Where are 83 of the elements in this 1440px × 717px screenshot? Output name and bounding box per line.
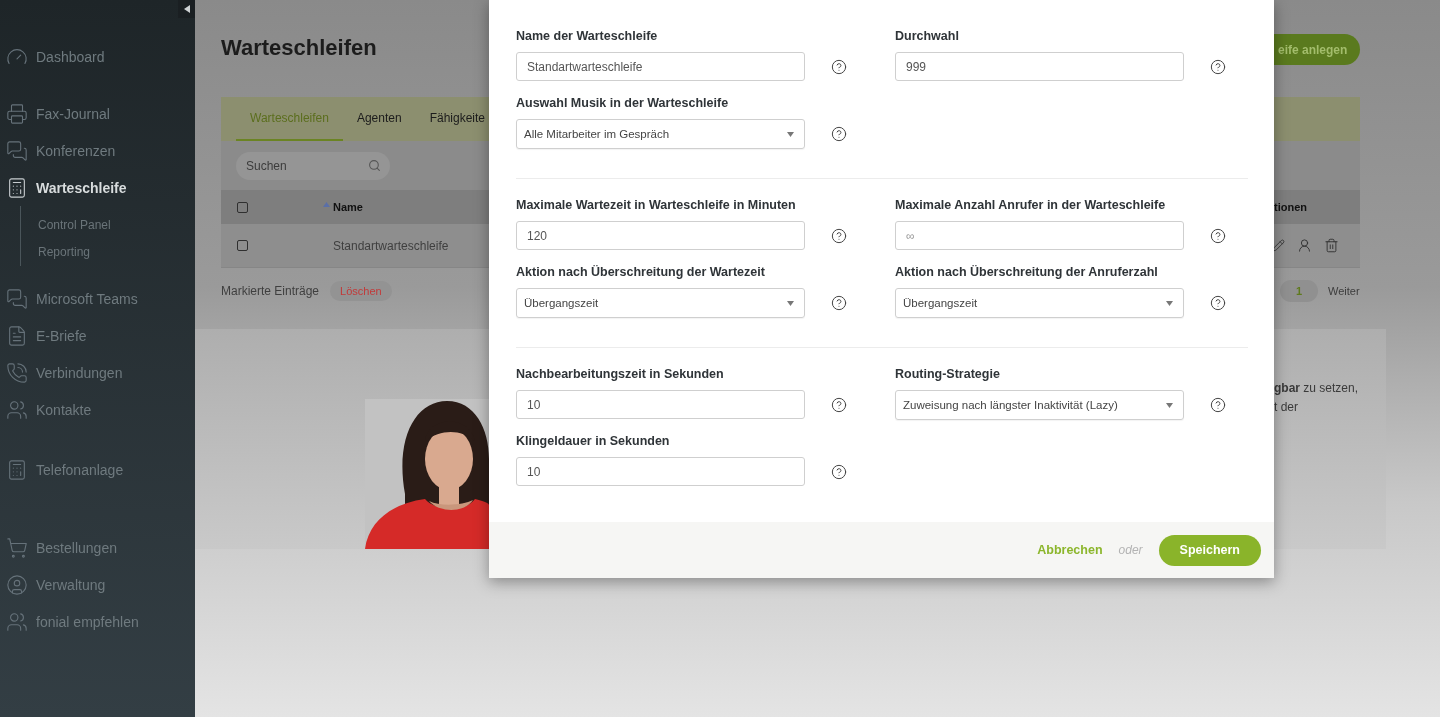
search-field[interactable]: Suchen <box>236 151 390 180</box>
delete-button[interactable]: Löschen <box>330 281 392 301</box>
help-icon[interactable] <box>831 463 847 480</box>
field-label: Nachbearbeitungszeit in Sekunden <box>516 367 725 383</box>
phone-icon <box>6 361 28 384</box>
people-icon <box>6 398 28 421</box>
tab[interactable]: Fähigkeite <box>415 97 485 141</box>
caret-icon <box>1166 402 1173 408</box>
field-label: Name der Warteschleife <box>516 29 659 45</box>
sidebar-item[interactable]: Verbindungen <box>0 354 195 391</box>
field-label: Maximale Anzahl Anrufer in der Warteschleife <box>895 198 1167 214</box>
caret-icon <box>787 300 794 306</box>
checkbox[interactable] <box>237 240 248 251</box>
help-icon[interactable] <box>831 126 847 142</box>
sidebar-item[interactable]: Microsoft Teams <box>0 280 195 317</box>
banner-text: t der <box>1274 400 1299 414</box>
sidebar-item[interactable]: Dashboard <box>0 38 195 75</box>
input-field[interactable]: 120 <box>516 221 805 250</box>
help-icon[interactable] <box>831 227 847 244</box>
field-label: Aktion nach Überschreitung der Anruferzahl <box>895 265 1159 281</box>
field-label: Routing-Strategie <box>895 367 1001 383</box>
separator-text: oder <box>1118 543 1143 557</box>
trash-icon[interactable] <box>1324 238 1339 253</box>
user-icon[interactable] <box>1297 238 1312 253</box>
collapse-button[interactable] <box>178 0 195 18</box>
sidebar-subitem[interactable]: Control Panel <box>21 212 195 239</box>
save-button[interactable]: Speichern <box>1158 534 1261 566</box>
column-header[interactable]: tionen <box>1274 201 1307 213</box>
help-icon[interactable] <box>1210 397 1226 413</box>
input-field[interactable]: 10 <box>516 457 805 486</box>
select-field[interactable]: Übergangszeit <box>895 288 1184 318</box>
printer-icon <box>6 102 28 125</box>
next-link[interactable]: Weiter <box>1328 285 1360 297</box>
calculator-icon <box>6 458 28 481</box>
help-icon[interactable] <box>831 396 847 413</box>
column-header[interactable]: Name <box>333 201 363 213</box>
cancel-link[interactable]: Abbrechen <box>1037 543 1103 557</box>
sidebar-item[interactable]: Kontakte <box>0 391 195 428</box>
select-field[interactable]: Übergangszeit <box>516 288 805 318</box>
sidebar-item[interactable]: fonial empfehlen <box>0 603 195 640</box>
tab[interactable]: Agenten <box>342 97 416 141</box>
help-icon[interactable] <box>1210 227 1226 244</box>
bulk-label: Markierte Einträge <box>221 284 320 298</box>
sidebar-item[interactable]: Konferenzen <box>0 132 195 169</box>
input-field[interactable]: 10 <box>516 390 805 419</box>
cart-icon <box>6 536 28 559</box>
help-icon[interactable] <box>1210 58 1226 75</box>
search-icon <box>368 158 381 172</box>
user-icon <box>6 573 28 596</box>
collapse-icon <box>183 5 190 13</box>
sidebar-subitem[interactable]: Reporting <box>21 239 195 266</box>
help-icon[interactable] <box>831 295 847 311</box>
checkbox[interactable] <box>237 201 248 213</box>
help-icon[interactable] <box>831 58 847 75</box>
sidebar-item[interactable]: Fax-Journal <box>0 95 195 132</box>
caret-icon <box>1166 300 1173 306</box>
sidebar-item[interactable]: Warteschleife <box>0 169 195 206</box>
banner-text: gbar zu setzen, <box>1274 381 1360 395</box>
help-icon[interactable] <box>1210 295 1226 311</box>
field-label: Auswahl Musik in der Warteschleife <box>516 96 730 112</box>
sidebar-item[interactable]: Verwaltung <box>0 566 195 603</box>
sidebar-item[interactable]: Bestellungen <box>0 529 195 566</box>
sidebar-item[interactable]: Telefonanlage <box>0 451 195 488</box>
input-field[interactable]: Standartwarteschleife <box>516 52 805 81</box>
field-label: Aktion nach Überschreitung der Wartezeit <box>516 265 766 281</box>
create-button[interactable]: eife anlegen <box>1274 34 1360 65</box>
select-field[interactable]: Zuweisung nach längster Inaktivität (Lazy) <box>895 390 1184 420</box>
input-field[interactable]: ∞ <box>895 221 1184 250</box>
sidebar-item[interactable]: E-Briefe <box>0 317 195 354</box>
caret-icon <box>787 131 794 137</box>
table-cell: Standartwarteschleife <box>333 238 449 253</box>
people-icon <box>6 610 28 633</box>
chat-icon <box>6 139 28 162</box>
field-label: Klingeldauer in Sekunden <box>516 434 671 450</box>
document-icon <box>6 324 28 347</box>
input-field[interactable]: 999 <box>895 52 1184 81</box>
pencil-icon[interactable] <box>1272 239 1285 252</box>
field-label: Maximale Wartezeit in Warteschleife in Minuten <box>516 198 797 214</box>
chat-icon <box>6 287 28 310</box>
field-label: Durchwahl <box>895 29 960 45</box>
page-title: Warteschleifen <box>221 34 377 61</box>
select-field[interactable]: Alle Mitarbeiter im Gespräch <box>516 119 805 149</box>
calculator-icon <box>6 176 28 199</box>
